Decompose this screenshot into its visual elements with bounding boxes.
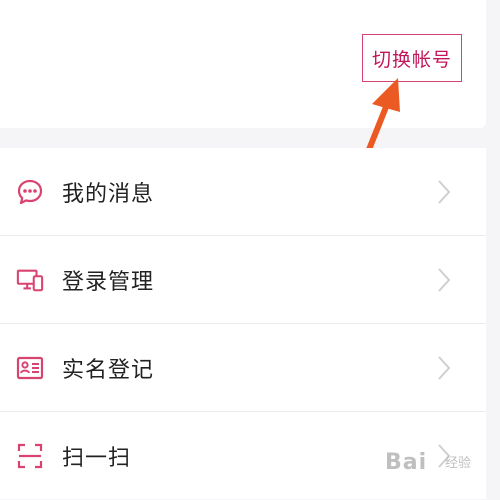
menu-item-scan[interactable]: 扫一扫 [0,412,486,499]
chevron-right-icon [438,267,451,292]
menu-item-label: 扫一扫 [62,445,132,471]
chevron-right-icon [438,179,451,204]
menu-item-label: 登录管理 [62,269,155,295]
switch-account-button[interactable]: 切换帐号 [362,34,462,82]
menu-item-real-name-registration[interactable]: 实名登记 [0,324,486,412]
menu-item-label: 我的消息 [62,181,155,207]
scan-icon [16,442,44,470]
chevron-right-icon [438,355,451,380]
menu-item-label: 实名登记 [62,357,155,383]
id-card-icon [16,354,44,382]
settings-menu: 我的消息 登录管理 实名登记 扫一扫 [0,148,486,499]
menu-item-my-messages[interactable]: 我的消息 [0,148,486,236]
chevron-right-icon [438,443,451,468]
account-header-card: 切换帐号 [0,0,486,128]
devices-icon [16,266,44,294]
message-bubble-icon [16,178,44,206]
menu-item-login-management[interactable]: 登录管理 [0,236,486,324]
